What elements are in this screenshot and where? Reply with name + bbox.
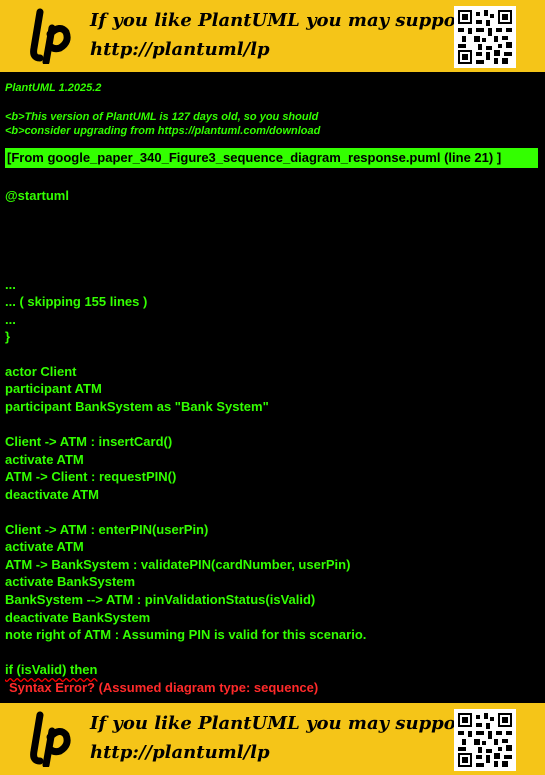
source-line: BankSystem --> ATM : pinValidationStatus… bbox=[5, 592, 316, 607]
qr-code-icon[interactable] bbox=[454, 709, 516, 771]
banner-support-text: If you like PlantUML you may support us! bbox=[90, 10, 511, 31]
source-line-ellipsis: ... bbox=[5, 277, 16, 292]
source-line: deactivate ATM bbox=[5, 487, 99, 502]
source-line: ATM -> Client : requestPIN() bbox=[5, 469, 177, 484]
version-label: PlantUML 1.2025.2 bbox=[5, 82, 102, 94]
banner-link[interactable]: http://plantuml/lp bbox=[90, 742, 270, 763]
source-line: activate ATM bbox=[5, 452, 84, 467]
support-banner-top: If you like PlantUML you may support us!… bbox=[0, 0, 545, 72]
source-line-startuml: @startuml bbox=[5, 188, 69, 203]
upgrade-notice-line2: <b>consider upgrading from https://plant… bbox=[5, 125, 321, 137]
plantuml-logo-icon bbox=[30, 8, 71, 64]
source-line: deactivate BankSystem bbox=[5, 610, 151, 625]
plantuml-logo-icon bbox=[30, 711, 71, 767]
source-line-ellipsis: ... bbox=[5, 312, 16, 327]
file-reference: [From google_paper_340_Figure3_sequence_… bbox=[7, 150, 502, 165]
source-line: actor Client bbox=[5, 364, 77, 379]
source-line-brace: } bbox=[5, 329, 11, 344]
banner-support-text: If you like PlantUML you may support us! bbox=[90, 713, 511, 734]
error-report: PlantUML 1.2025.2 <b>This version of Pla… bbox=[0, 72, 545, 703]
skipping-lines-notice: ... ( skipping 155 lines ) bbox=[5, 294, 148, 309]
source-line: participant BankSystem as "Bank System" bbox=[5, 399, 269, 414]
source-line: Client -> ATM : enterPIN(userPin) bbox=[5, 522, 209, 537]
source-line: note right of ATM : Assuming PIN is vali… bbox=[5, 627, 367, 642]
source-line: Client -> ATM : insertCard() bbox=[5, 434, 173, 449]
file-reference-box: [From google_paper_340_Figure3_sequence_… bbox=[4, 147, 539, 169]
qr-code-icon[interactable] bbox=[454, 6, 516, 68]
source-line: activate ATM bbox=[5, 539, 84, 554]
syntax-error-message: Syntax Error? (Assumed diagram type: seq… bbox=[9, 680, 319, 695]
error-source-line: if (isValid) then bbox=[5, 662, 98, 677]
source-line: activate BankSystem bbox=[5, 574, 136, 589]
source-line: participant ATM bbox=[5, 381, 102, 396]
source-line: ATM -> BankSystem : validatePIN(cardNumb… bbox=[5, 557, 351, 572]
support-banner-bottom: If you like PlantUML you may support us!… bbox=[0, 703, 545, 775]
banner-link[interactable]: http://plantuml/lp bbox=[90, 39, 270, 60]
